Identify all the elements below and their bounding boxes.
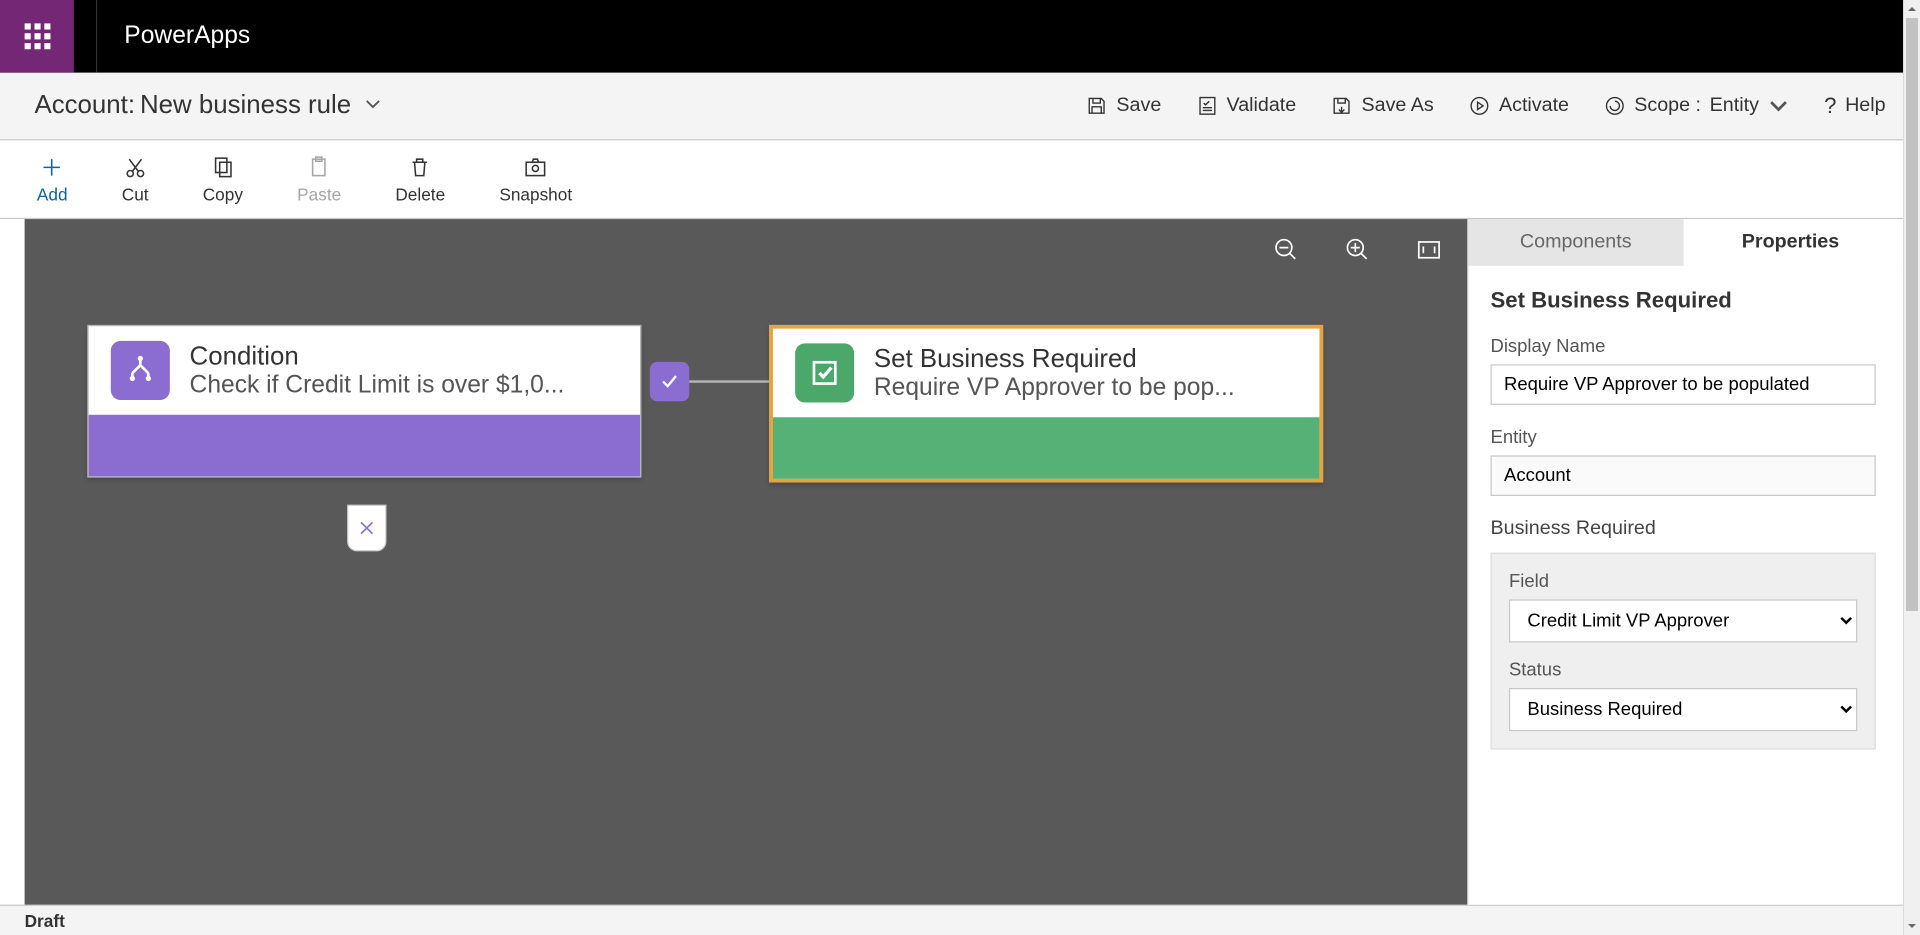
designer-canvas[interactable]: Condition Check if Credit Limit is over … xyxy=(25,219,1467,905)
activate-label: Activate xyxy=(1499,95,1569,117)
close-icon xyxy=(357,518,377,538)
save-as-label: Save As xyxy=(1361,95,1433,117)
copy-label: Copy xyxy=(203,184,243,204)
validate-button[interactable]: Validate xyxy=(1196,95,1296,117)
display-name-input[interactable] xyxy=(1490,364,1875,405)
entity-prefix: Account: xyxy=(34,91,135,121)
save-label: Save xyxy=(1116,95,1161,117)
rule-name-dropdown[interactable]: Account: New business rule xyxy=(34,91,383,121)
condition-footer xyxy=(89,415,640,477)
scroll-thumb[interactable] xyxy=(1906,18,1918,611)
chevron-down-icon xyxy=(363,91,383,121)
cut-label: Cut xyxy=(122,184,149,204)
display-name-label: Display Name xyxy=(1490,336,1875,357)
snapshot-button[interactable]: Snapshot xyxy=(499,154,572,203)
waffle-icon xyxy=(24,23,50,49)
delete-button[interactable]: Delete xyxy=(395,154,445,203)
validate-icon xyxy=(1196,95,1218,117)
action-footer xyxy=(773,417,1319,479)
right-panel: Components Properties Set Business Requi… xyxy=(1467,219,1898,905)
tab-properties[interactable]: Properties xyxy=(1683,219,1898,266)
save-button[interactable]: Save xyxy=(1086,95,1162,117)
ribbon: Add Cut Copy Paste Delete Snapshot xyxy=(0,140,1920,219)
save-as-button[interactable]: Save As xyxy=(1331,95,1434,117)
activate-button[interactable]: Activate xyxy=(1468,95,1569,117)
scroll-down-arrow[interactable] xyxy=(1904,917,1920,935)
save-icon xyxy=(1086,95,1108,117)
tab-components[interactable]: Components xyxy=(1468,219,1683,266)
delete-icon xyxy=(408,154,433,179)
entity-input xyxy=(1490,455,1875,496)
action-icon xyxy=(795,343,854,402)
field-select[interactable]: Credit Limit VP Approver xyxy=(1509,599,1857,642)
section-title: Business Required xyxy=(1490,518,1875,540)
scope-dropdown[interactable]: Scope : Entity xyxy=(1603,95,1789,117)
divider xyxy=(96,0,97,73)
activate-icon xyxy=(1468,95,1490,117)
connector xyxy=(689,380,769,382)
help-label: Help xyxy=(1845,95,1886,117)
panel-title: Set Business Required xyxy=(1490,288,1875,314)
entity-label: Entity xyxy=(1490,427,1875,448)
field-label: Field xyxy=(1509,571,1857,592)
save-as-icon xyxy=(1331,95,1353,117)
copy-icon xyxy=(211,154,236,179)
paste-icon xyxy=(307,154,332,179)
status-bar: Draft xyxy=(0,905,1920,935)
zoom-in-button[interactable] xyxy=(1344,236,1371,269)
scope-icon xyxy=(1603,95,1625,117)
condition-icon xyxy=(111,341,170,400)
vertical-scrollbar[interactable] xyxy=(1903,0,1920,935)
chevron-down-icon xyxy=(1768,95,1790,117)
paste-label: Paste xyxy=(297,184,341,204)
cut-icon xyxy=(123,154,148,179)
zoom-out-button[interactable] xyxy=(1273,236,1300,269)
action-subtitle: Require VP Approver to be pop... xyxy=(874,374,1235,402)
check-icon xyxy=(658,370,680,392)
add-button[interactable]: Add xyxy=(37,154,68,203)
action-node[interactable]: Set Business Required Require VP Approve… xyxy=(769,325,1323,483)
business-required-section: Field Credit Limit VP Approver Status Bu… xyxy=(1490,553,1875,750)
paste-button[interactable]: Paste xyxy=(297,154,341,203)
fit-to-screen-button[interactable] xyxy=(1415,236,1442,269)
condition-title: Condition xyxy=(190,342,565,372)
titlebar: PowerApps xyxy=(0,0,1920,73)
condition-node[interactable]: Condition Check if Credit Limit is over … xyxy=(87,325,641,478)
validate-label: Validate xyxy=(1227,95,1297,117)
rule-name: New business rule xyxy=(140,91,351,121)
subheader: Account: New business rule Save Validate… xyxy=(0,73,1920,141)
status-select[interactable]: Business Required xyxy=(1509,688,1857,731)
action-title: Set Business Required xyxy=(874,344,1235,374)
status-label: Status xyxy=(1509,660,1857,681)
help-button[interactable]: ? Help xyxy=(1824,93,1885,119)
scroll-up-arrow[interactable] xyxy=(1904,0,1920,18)
app-launcher[interactable] xyxy=(0,0,74,73)
delete-label: Delete xyxy=(395,184,445,204)
false-branch-indicator[interactable] xyxy=(347,505,386,552)
help-icon: ? xyxy=(1824,93,1836,119)
app-title: PowerApps xyxy=(124,22,250,50)
true-branch-indicator xyxy=(650,362,689,401)
copy-button[interactable]: Copy xyxy=(203,154,243,203)
cut-button[interactable]: Cut xyxy=(122,154,149,203)
condition-subtitle: Check if Credit Limit is over $1,0... xyxy=(190,371,565,399)
scope-label: Scope : xyxy=(1634,95,1701,117)
snapshot-label: Snapshot xyxy=(499,184,572,204)
status-text: Draft xyxy=(25,911,65,931)
add-label: Add xyxy=(37,184,68,204)
scope-value: Entity xyxy=(1710,95,1759,117)
camera-icon xyxy=(523,154,548,179)
plus-icon xyxy=(40,154,65,179)
